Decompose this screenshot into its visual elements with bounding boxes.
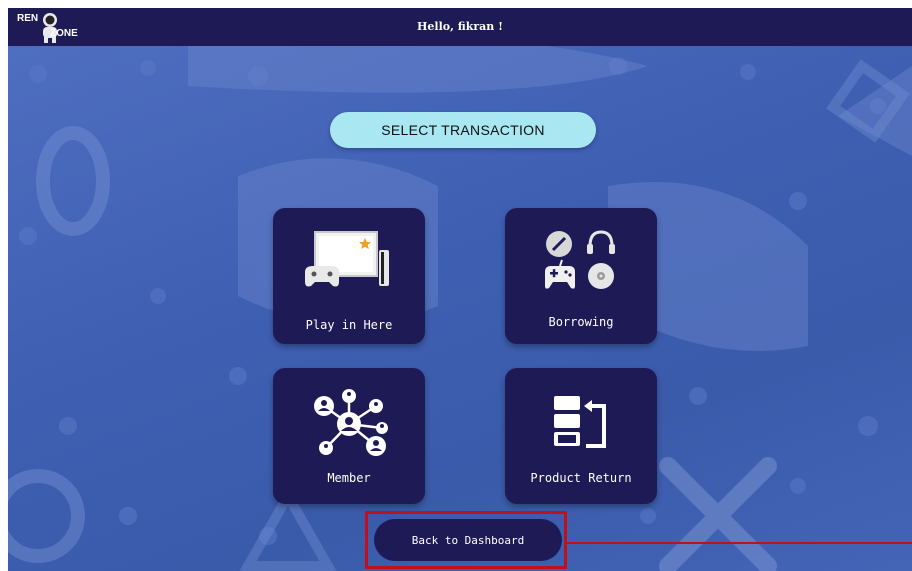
top-bar: REN ZONE Hello, fikran ! — [8, 8, 912, 46]
borrowing-label: Borrowing — [548, 315, 614, 329]
greeting-text: Hello, fikran ! — [417, 20, 503, 33]
borrowing-card[interactable]: Borrowing — [505, 208, 657, 344]
accessories-icon — [505, 222, 657, 304]
select-transaction-title: SELECT TRANSACTION — [330, 112, 596, 148]
member-label: Member — [327, 471, 371, 485]
member-card[interactable]: Member — [273, 368, 425, 504]
tv-console-icon — [273, 222, 425, 304]
background-area: SELECT TRANSACTION Play in Here Borrowin… — [8, 46, 912, 571]
play-in-here-card[interactable]: Play in Here — [273, 208, 425, 344]
product-return-label: Product Return — [530, 471, 632, 485]
product-return-card[interactable]: Product Return — [505, 368, 657, 504]
play-in-here-label: Play in Here — [305, 318, 393, 332]
back-to-dashboard-button[interactable]: Back to Dashboard — [374, 519, 562, 561]
return-icon — [505, 382, 657, 464]
app-frame: REN ZONE Hello, fikran ! SELECT TRANSACT… — [8, 8, 912, 571]
network-members-icon — [273, 382, 425, 464]
